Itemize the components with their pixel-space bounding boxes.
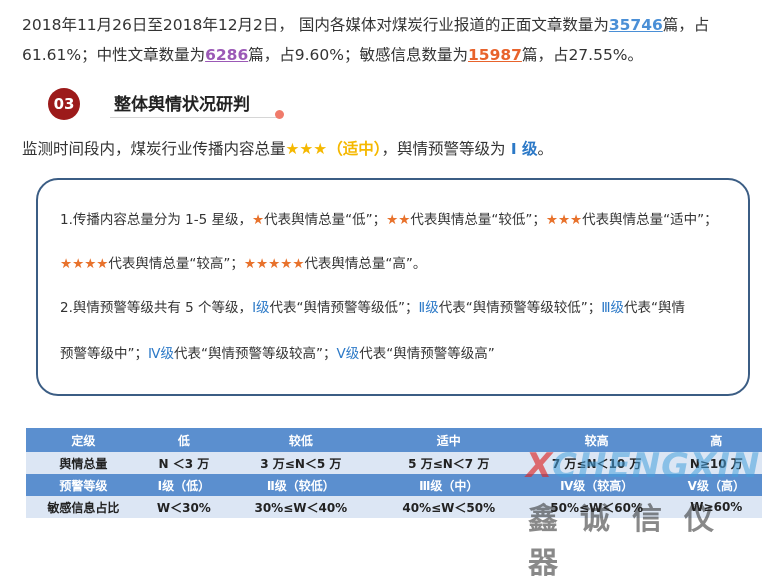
legend-panel: 1.传播内容总量分为 1-5 星级，★代表舆情总量“低”；★★代表舆情总量“较低… <box>36 178 750 396</box>
legend-line-3: 2.舆情预警等级共有 5 个等级，Ⅰ级代表“舆情预警等级低”；Ⅱ级代表“舆情预警… <box>60 300 686 316</box>
legend-line-1: 1.传播内容总量分为 1-5 星级，★代表舆情总量“低”；★★代表舆情总量“较低… <box>60 212 718 228</box>
watermark-text: 鑫诚信仪器 <box>528 502 736 581</box>
summary-line: 监测时间段内，煤炭行业传播内容总量★★★（适中），舆情预警等级为 Ⅰ 级。 <box>22 140 554 158</box>
star-3-icon: ★★★ <box>545 212 583 228</box>
section-title: 整体舆情状况研判 <box>114 95 250 115</box>
star-2-icon: ★★ <box>386 212 411 228</box>
rating-stars-icon: ★★★ <box>285 140 328 158</box>
table-cell: N ＜3 万 <box>140 452 227 474</box>
star-1-icon: ★ <box>252 212 265 228</box>
neutral-count-link[interactable]: 6286 <box>205 46 248 64</box>
table-cell: 敏感信息占比 <box>26 496 141 518</box>
table-header-cell: 低 <box>140 428 227 452</box>
positive-count-link[interactable]: 35746 <box>609 16 663 34</box>
sensitive-count-link[interactable]: 15987 <box>468 46 522 64</box>
section-heading: 03 整体舆情状况研判 <box>48 88 308 120</box>
table-cell: Ⅰ级（低） <box>140 474 227 496</box>
table-cell: 5 万≤N＜7 万 <box>374 452 523 474</box>
legend-line-4: 预警等级中”；Ⅳ级代表“舆情预警等级较高”；Ⅴ级代表“舆情预警等级高” <box>60 346 495 362</box>
table-header-cell: 定级 <box>26 428 141 452</box>
section-dot-icon <box>275 110 284 119</box>
watermark-logo: XCHENGXIN <box>526 446 761 486</box>
section-number-badge: 03 <box>48 88 80 120</box>
star-4-icon: ★★★★ <box>60 256 109 272</box>
table-cell: 3 万≤N＜5 万 <box>226 452 375 474</box>
legend-line-2: ★★★★代表舆情总量“较高”；★★★★★代表舆情总量“高”。 <box>60 256 427 272</box>
table-cell: 40%≤W＜50% <box>374 496 523 518</box>
star-5-icon: ★★★★★ <box>243 256 305 272</box>
table-header-cell: 适中 <box>374 428 523 452</box>
table-cell: 30%≤W＜40% <box>226 496 375 518</box>
warning-level: Ⅰ 级 <box>505 140 538 158</box>
table-cell: 预警等级 <box>26 474 141 496</box>
table-cell: 舆情总量 <box>26 452 141 474</box>
section-underline <box>110 117 280 118</box>
table-cell: Ⅲ级（中） <box>374 474 523 496</box>
table-cell: W＜30% <box>140 496 227 518</box>
intro-paragraph: 2018年11月26日至2018年12月2日， 国内各媒体对煤炭行业报道的正面文… <box>22 16 710 64</box>
table-header-cell: 较低 <box>226 428 375 452</box>
volume-label: （适中） <box>327 140 382 158</box>
table-cell: Ⅱ级（较低） <box>226 474 375 496</box>
